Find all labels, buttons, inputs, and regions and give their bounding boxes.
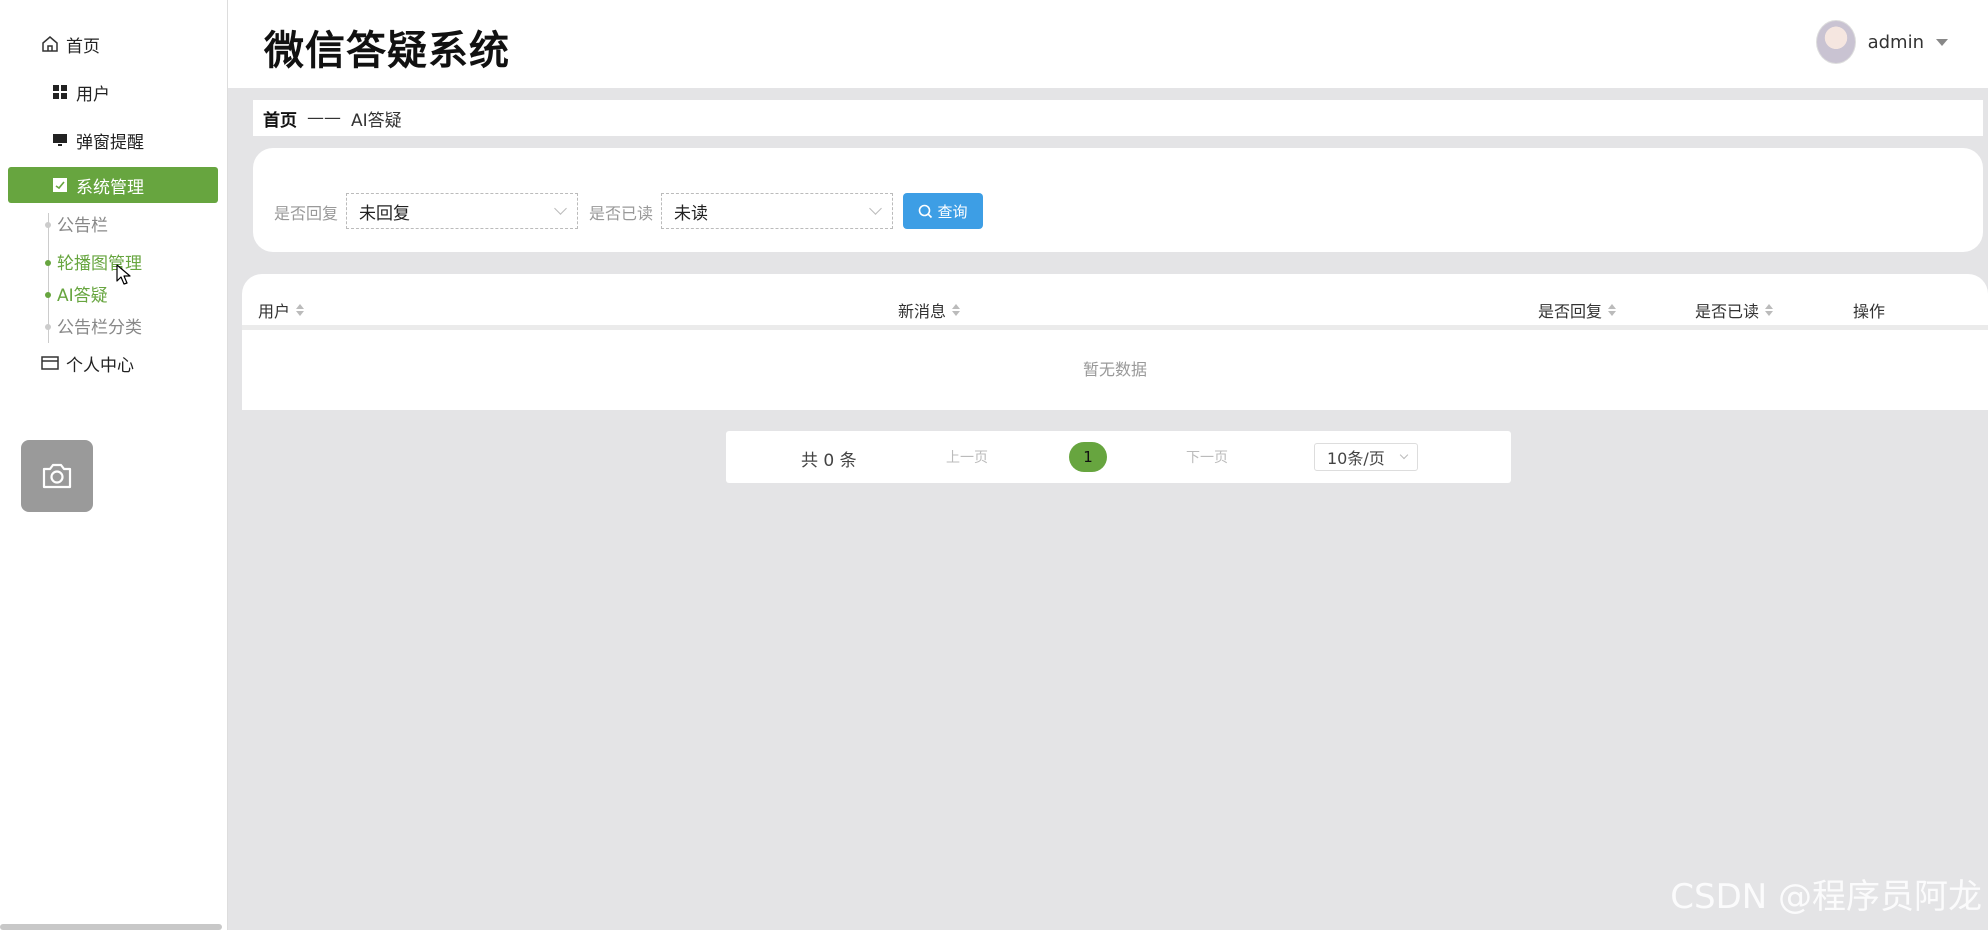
breadcrumb-home[interactable]: 首页 [263, 106, 297, 131]
chevron-down-icon [869, 202, 882, 215]
prev-page-button[interactable]: 上一页 [946, 447, 988, 467]
search-icon [919, 204, 933, 218]
submenu-item-ai-qa[interactable]: AI答疑 [57, 281, 108, 306]
submenu-dot [45, 260, 51, 266]
column-header-replied[interactable]: 是否回复 [1538, 298, 1617, 322]
sidebar-item-label: 弹窗提醒 [76, 132, 144, 153]
top-header: 微信答疑系统 admin [228, 0, 1988, 88]
column-header-actions: 操作 [1853, 298, 1885, 322]
column-header-user[interactable]: 用户 [258, 298, 305, 322]
page-size-value: 10条/页 [1327, 449, 1385, 468]
reply-filter-label: 是否回复 [274, 204, 339, 223]
read-status-select[interactable]: 未读 [661, 193, 893, 229]
sidebar-item-label: 首页 [66, 36, 100, 57]
empty-state: 暂无数据 [1082, 360, 1147, 379]
watermark: CSDN @程序员阿龙 [1670, 877, 1982, 917]
sidebar-item-label: 用户 [76, 84, 110, 105]
user-name: admin [1867, 31, 1924, 53]
app-title: 微信答疑系统 [264, 28, 510, 74]
submenu-item-notice-board[interactable]: 公告栏 [57, 211, 108, 236]
reply-status-select[interactable]: 未回复 [346, 193, 578, 229]
column-header-label: 用户 [258, 302, 291, 321]
sidebar: 首页 用户 弹窗提醒 系统管理 公告栏 轮播图管理 AI答疑 公告栏分类 个人中… [0, 0, 228, 930]
breadcrumb-current: AI答疑 [351, 110, 402, 131]
home-icon [40, 34, 60, 54]
avatar [1815, 20, 1856, 64]
column-header-label: 新消息 [898, 302, 947, 321]
column-header-label: 是否回复 [1538, 302, 1603, 321]
check-square-icon [50, 175, 70, 195]
grid-icon [50, 82, 70, 102]
mouse-cursor-icon [116, 264, 131, 285]
sidebar-item-home[interactable]: 首页 [40, 26, 250, 62]
submenu-dot [45, 292, 51, 298]
column-header-label: 操作 [1853, 302, 1886, 321]
column-header-new-message[interactable]: 新消息 [898, 298, 961, 322]
sort-icon [1765, 304, 1774, 316]
filter-panel: 是否回复 未回复 是否已读 未读 查询 [253, 148, 1983, 252]
sort-icon [952, 304, 961, 316]
monitor-icon [50, 130, 70, 150]
submenu-dot [45, 222, 51, 228]
query-button-label: 查询 [937, 202, 968, 221]
sidebar-item-label: 系统管理 [76, 177, 144, 198]
sidebar-item-personal-center[interactable]: 个人中心 [40, 345, 250, 381]
pagination: 共 0 条 上一页 1 下一页 10条/页 [726, 431, 1511, 483]
chevron-down-icon [1399, 450, 1409, 460]
table-header: 用户 新消息 是否回复 是否已读 操作 [242, 274, 1988, 330]
next-page-button[interactable]: 下一页 [1186, 447, 1228, 467]
sidebar-item-popup-reminder[interactable]: 弹窗提醒 [50, 122, 260, 158]
page-number-1[interactable]: 1 [1069, 442, 1107, 472]
sort-icon [296, 304, 305, 316]
system-submenu: 公告栏 轮播图管理 AI答疑 公告栏分类 [45, 213, 142, 343]
breadcrumb-separator: —— [307, 108, 341, 128]
page-size-select[interactable]: 10条/页 [1314, 443, 1418, 471]
caret-down-icon [1936, 38, 1948, 46]
read-filter-label: 是否已读 [589, 204, 654, 223]
submenu-item-notice-category[interactable]: 公告栏分类 [57, 313, 142, 338]
pagination-total: 共 0 条 [801, 451, 857, 471]
card-icon [40, 353, 60, 373]
column-header-label: 是否已读 [1695, 302, 1760, 321]
read-status-value: 未读 [674, 203, 708, 224]
data-table: 用户 新消息 是否回复 是否已读 操作 暂无数据 [242, 274, 1988, 410]
sort-icon [1608, 304, 1617, 316]
sidebar-scrollbar[interactable] [0, 924, 222, 930]
column-header-read[interactable]: 是否已读 [1695, 298, 1774, 322]
chevron-down-icon [554, 202, 567, 215]
reply-status-value: 未回复 [359, 203, 410, 224]
submenu-dot [45, 324, 51, 330]
query-button[interactable]: 查询 [903, 193, 983, 229]
sidebar-item-label: 个人中心 [66, 355, 134, 376]
user-menu[interactable]: admin [1815, 20, 1948, 64]
camera-button[interactable] [21, 440, 93, 512]
camera-icon [42, 463, 72, 489]
sidebar-item-system-management[interactable]: 系统管理 [8, 167, 218, 203]
breadcrumb: 首页 —— AI答疑 [253, 100, 1983, 136]
